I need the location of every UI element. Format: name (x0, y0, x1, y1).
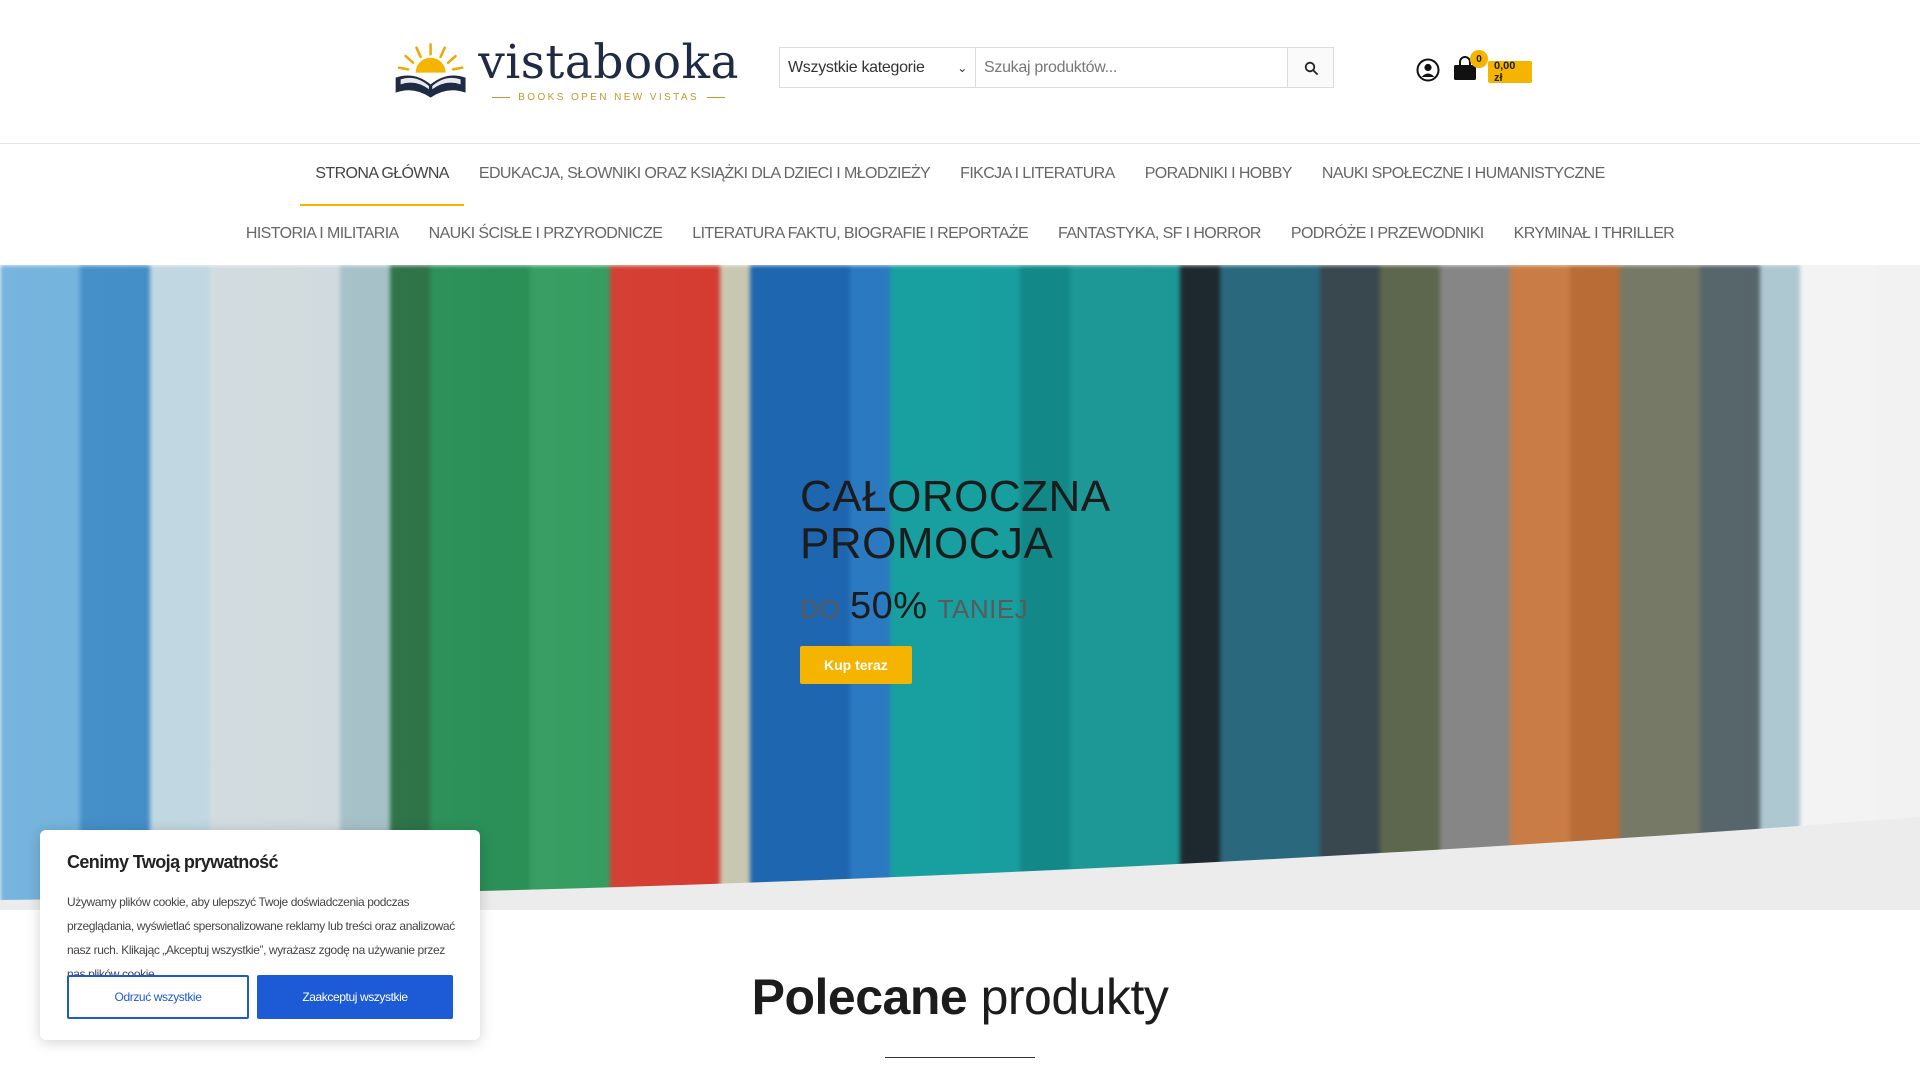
nav-item-podroze[interactable]: PODRÓŻE I PRZEWODNIKI (1276, 218, 1499, 250)
hero-sub-value: 50% (850, 585, 928, 627)
nav-row-secondary: HISTORIA I MILITARIA NAUKI ŚCISŁE I PRZY… (0, 218, 1920, 250)
featured-title-rest: produkty (980, 969, 1169, 1025)
hero-sub-prefix: DO (800, 594, 840, 624)
main-navigation: STRONA GŁÓWNA EDUKACJA, SŁOWNIKI ORAZ KS… (0, 143, 1920, 266)
search-button[interactable] (1287, 48, 1333, 87)
hero-subtitle: DO 50% TANIEJ (800, 585, 1300, 628)
search-input[interactable]: Szukaj produktów... (976, 48, 1287, 87)
logo-tagline: BOOKS OPEN NEW VISTAS (518, 92, 699, 103)
nav-item-fantastyka[interactable]: FANTASTYKA, SF I HORROR (1043, 218, 1276, 250)
cookie-title: Cenimy Twoją prywatność (67, 852, 279, 872)
user-account-icon[interactable] (1416, 58, 1440, 82)
logo-name: vistabooka (478, 35, 739, 90)
hero-title-line2: PROMOCJA (800, 519, 1054, 568)
nav-item-poradniki[interactable]: PORADNIKI I HOBBY (1130, 158, 1307, 190)
reject-all-button[interactable]: Odrzuć wszystkie (67, 975, 249, 1019)
cookie-text: Używamy plików cookie, aby ulepszyć Twoj… (67, 895, 455, 981)
buy-now-button[interactable]: Kup teraz (800, 646, 912, 684)
hero-title-line1: CAŁOROCZNA (800, 472, 1111, 521)
product-search: Wszystkie kategorie ⌄ Szukaj produktów..… (779, 47, 1334, 88)
cart-total: 0,00 zł (1488, 60, 1532, 84)
hero-banner: CAŁOROCZNA PROMOCJA DO 50% TANIEJ Kup te… (0, 265, 1920, 910)
hero-content: CAŁOROCZNA PROMOCJA DO 50% TANIEJ Kup te… (800, 473, 1300, 684)
nav-item-edukacja[interactable]: EDUKACJA, SŁOWNIKI ORAZ KSIĄŻKI DLA DZIE… (464, 158, 945, 190)
chevron-down-icon: ⌄ (957, 60, 967, 75)
section-divider (885, 1057, 1035, 1058)
category-select-value: Wszystkie kategorie (788, 58, 925, 76)
open-book-sun-icon (395, 42, 466, 98)
nav-item-strona-glowna[interactable]: STRONA GŁÓWNA (300, 158, 464, 206)
nav-item-nauki-scisle[interactable]: NAUKI ŚCISŁE I PRZYRODNICZE (414, 218, 678, 250)
nav-item-historia[interactable]: HISTORIA I MILITARIA (231, 218, 414, 250)
nav-item-literatura-faktu[interactable]: LITERATURA FAKTU, BIOGRAFIE I REPORTAŻE (677, 218, 1043, 250)
cart-count-badge: 0 (1470, 50, 1488, 68)
category-select[interactable]: Wszystkie kategorie ⌄ (780, 48, 976, 87)
accept-all-button[interactable]: Zaakceptuj wszystkie (257, 975, 453, 1019)
nav-item-kryminal[interactable]: KRYMINAŁ I THRILLER (1499, 218, 1690, 250)
featured-title-bold: Polecane (751, 969, 968, 1025)
search-icon (1304, 61, 1318, 75)
hero-sub-suffix: TANIEJ (937, 594, 1029, 624)
site-logo[interactable]: vistabooka BOOKS OPEN NEW VISTAS (389, 28, 739, 113)
nav-item-fikcja[interactable]: FIKCJA I LITERATURA (945, 158, 1130, 190)
search-placeholder: Szukaj produktów... (984, 58, 1118, 76)
site-header: vistabooka BOOKS OPEN NEW VISTAS Wszystk… (0, 0, 1920, 143)
nav-item-nauki-spoleczne[interactable]: NAUKI SPOŁECZNE I HUMANISTYCZNE (1307, 158, 1620, 190)
nav-row-primary: STRONA GŁÓWNA EDUKACJA, SŁOWNIKI ORAZ KS… (0, 158, 1920, 206)
cart-widget[interactable]: 0 0,00 zł (1452, 50, 1532, 90)
cookie-consent-dialog: Cenimy Twoją prywatność Używamy plików c… (40, 830, 480, 1040)
